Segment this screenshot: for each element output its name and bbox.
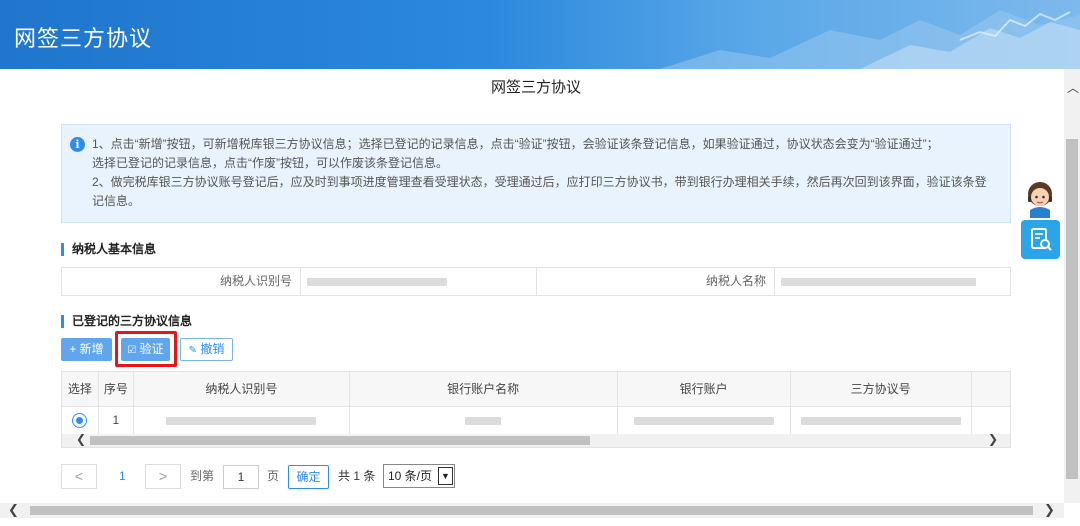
row-overflow xyxy=(971,406,1010,434)
agreement-section-title: 已登记的三方协议信息 xyxy=(61,315,192,328)
taxpayer-name-label: 纳税人名称 xyxy=(536,268,774,295)
page-horizontal-scrollbar[interactable]: ❮ ❯ xyxy=(0,502,1064,518)
great-wall-decoration xyxy=(660,10,1080,69)
row-index: 1 xyxy=(98,406,134,434)
prev-page-button[interactable]: < xyxy=(61,464,97,489)
table-scroll-thumb[interactable] xyxy=(90,436,590,445)
column-header-agreement-no: 三方协议号 xyxy=(790,372,972,407)
page-vertical-scroll-thumb[interactable] xyxy=(1066,139,1078,479)
page-horizontal-scroll-thumb[interactable] xyxy=(30,506,1033,515)
goto-page-input[interactable]: 1 xyxy=(223,465,259,489)
taxpayer-id-value xyxy=(300,268,536,295)
header-banner: 网签三方协议 xyxy=(0,0,1080,69)
page-scroll-right-icon[interactable]: ❯ xyxy=(1044,502,1055,518)
page-vertical-scrollbar[interactable]: ︿ xyxy=(1064,69,1080,503)
goto-label: 到第 xyxy=(190,469,215,483)
cancel-button-label: 撤销 xyxy=(200,342,225,356)
add-button-label: 新增 xyxy=(79,342,104,356)
scroll-left-icon[interactable]: ❮ xyxy=(76,432,86,446)
page-size-value: 10 条/页 xyxy=(388,469,433,483)
document-search-icon xyxy=(1031,228,1052,251)
page-scroll-left-icon[interactable]: ❮ xyxy=(8,502,19,518)
notice-line-3: 2、做完税库银三方协议账号登记后，应及时到事项进度管理查看受理状态，受理通过后，… xyxy=(92,175,987,189)
taxpayer-section-title: 纳税人基本信息 xyxy=(61,243,156,256)
notice-line-4: 记信息。 xyxy=(92,194,141,208)
column-header-index: 序号 xyxy=(98,372,134,407)
agreement-table: 选择 序号 纳税人识别号 银行账户名称 银行账户 三方协议号 1 ❮ ❯ xyxy=(61,371,1011,448)
notice-box: i 1、点击“新增”按钮，可新增税库银三方协议信息；选择已登记的记录信息，点击“… xyxy=(61,124,1011,223)
row-account-name xyxy=(349,406,618,434)
goto-confirm-button[interactable]: 确定 xyxy=(288,465,329,489)
plus-icon: + xyxy=(69,342,77,356)
current-page[interactable]: 1 xyxy=(119,464,126,489)
scroll-up-icon[interactable]: ︿ xyxy=(1067,79,1079,96)
table-row[interactable]: 1 xyxy=(62,406,1010,434)
column-header-account: 银行账户 xyxy=(617,372,791,407)
notice-line-1: 1、点击“新增”按钮，可新增税库银三方协议信息；选择已登记的记录信息，点击“验证… xyxy=(92,137,939,151)
taxpayer-info-table: 纳税人识别号 纳税人名称 xyxy=(61,267,1011,296)
cancel-button[interactable]: ✎ 撤销 xyxy=(180,338,233,361)
table-horizontal-scrollbar[interactable]: ❮ ❯ xyxy=(62,432,1010,447)
total-count: 共 1 条 xyxy=(338,469,376,483)
row-select-cell[interactable] xyxy=(62,406,99,434)
row-agreement-no xyxy=(790,406,972,434)
page-size-select[interactable]: 10 条/页 ▼ xyxy=(383,464,455,488)
document-search-button[interactable] xyxy=(1021,220,1060,259)
row-taxpayer-id xyxy=(133,406,350,434)
column-header-select: 选择 xyxy=(62,372,99,407)
banner-title: 网签三方协议 xyxy=(14,26,153,51)
column-header-overflow xyxy=(971,372,1010,407)
verify-highlight-box xyxy=(115,331,177,367)
edit-icon: ✎ xyxy=(188,345,198,356)
taxpayer-id-label: 纳税人识别号 xyxy=(219,274,292,288)
column-header-account-name: 银行账户名称 xyxy=(349,372,618,407)
add-button[interactable]: + 新增 xyxy=(61,338,112,361)
notice-line-2: 选择已登记的记录信息，点击“作废”按钮，可以作废该条登记信息。 xyxy=(92,156,448,170)
row-account xyxy=(617,406,791,434)
scroll-right-icon[interactable]: ❯ xyxy=(988,432,998,446)
next-page-button[interactable]: > xyxy=(145,464,181,489)
taxpayer-name-value xyxy=(774,268,1010,295)
page-unit-label: 页 xyxy=(267,469,280,483)
page-title: 网签三方协议 xyxy=(490,79,581,96)
customer-service-avatar-icon[interactable] xyxy=(1020,178,1060,218)
column-header-taxpayer-id: 纳税人识别号 xyxy=(133,372,350,407)
chevron-down-icon[interactable]: ▼ xyxy=(438,467,453,485)
row-radio[interactable] xyxy=(72,412,88,428)
info-icon: i xyxy=(70,137,85,152)
